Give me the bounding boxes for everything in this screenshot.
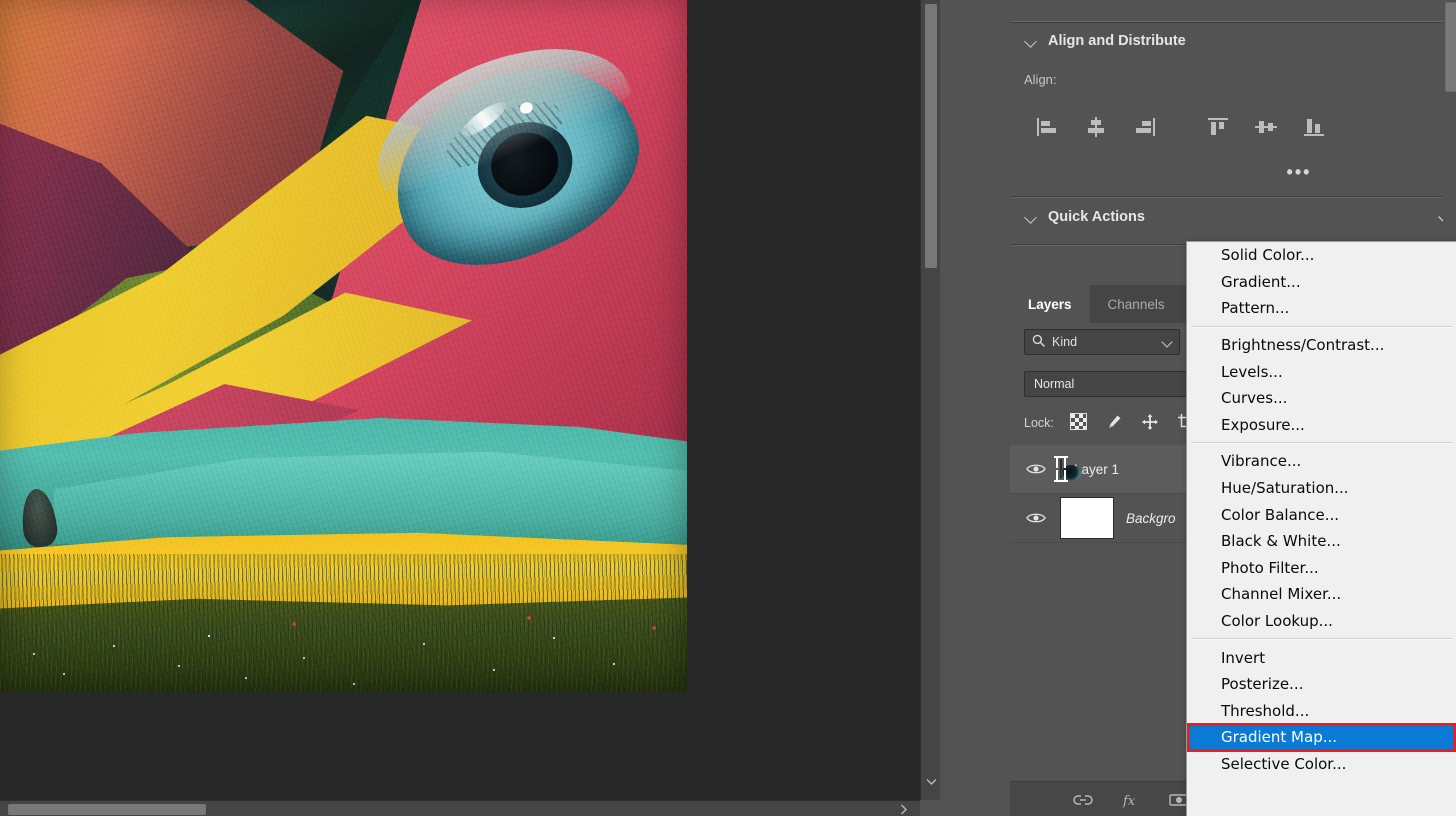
lock-transparent-pixels-icon[interactable] bbox=[1069, 413, 1087, 433]
quick-actions-title: Quick Actions bbox=[1048, 209, 1145, 225]
align-right-edges-icon[interactable] bbox=[1120, 110, 1168, 144]
link-layers-icon[interactable] bbox=[1072, 789, 1094, 811]
doc-horizontal-scroll-thumb[interactable] bbox=[8, 804, 206, 815]
align-bottom-edges-icon[interactable] bbox=[1290, 110, 1338, 144]
menu-item-levels[interactable]: Levels... bbox=[1187, 358, 1456, 385]
image-canvas[interactable] bbox=[0, 0, 687, 692]
align-label: Align: bbox=[1024, 72, 1057, 87]
tab-channels[interactable]: Channels bbox=[1090, 285, 1183, 323]
layer-kind-filter-select[interactable]: Kind bbox=[1024, 329, 1180, 355]
menu-item-vibrance[interactable]: Vibrance... bbox=[1187, 448, 1456, 475]
doc-horizontal-scrollbar[interactable] bbox=[0, 800, 920, 816]
menu-item-color-lookup[interactable]: Color Lookup... bbox=[1187, 608, 1456, 635]
scroll-down-chevron-icon[interactable] bbox=[921, 770, 941, 794]
align-horizontal-centers-icon[interactable] bbox=[1072, 110, 1120, 144]
quick-actions-header[interactable]: Quick Actions bbox=[1010, 200, 1444, 234]
chevron-down-icon[interactable] bbox=[1161, 336, 1173, 348]
menu-item-posterize[interactable]: Posterize... bbox=[1187, 671, 1456, 698]
menu-item-black-white[interactable]: Black & White... bbox=[1187, 528, 1456, 555]
menu-item-gradient[interactable]: Gradient... bbox=[1187, 269, 1456, 296]
layer-thumbnail[interactable] bbox=[1060, 459, 1062, 478]
photoshop-window: Align and Distribute Align: ••• Quick Ac… bbox=[0, 0, 1456, 816]
layer-kind-filter-value: Kind bbox=[1052, 335, 1078, 349]
chevron-down-icon[interactable] bbox=[1024, 34, 1038, 48]
search-icon bbox=[1032, 334, 1045, 350]
lock-icon-group bbox=[1069, 413, 1195, 434]
align-buttons-row bbox=[1024, 110, 1338, 144]
menu-item-channel-mixer[interactable]: Channel Mixer... bbox=[1187, 581, 1456, 608]
menu-item-solid-color[interactable]: Solid Color... bbox=[1187, 242, 1456, 269]
layer-visibility-eye-icon[interactable] bbox=[1024, 457, 1048, 481]
quick-actions-section: Quick Actions bbox=[1010, 200, 1444, 240]
align-more-options-button[interactable]: ••• bbox=[1282, 160, 1316, 184]
artwork-image bbox=[0, 0, 687, 692]
scroll-right-chevron-icon[interactable] bbox=[893, 801, 915, 816]
blend-mode-value: Normal bbox=[1034, 377, 1075, 391]
menu-item-curves[interactable]: Curves... bbox=[1187, 385, 1456, 412]
layer-style-fx-icon[interactable]: fx bbox=[1120, 789, 1142, 811]
lock-image-pixels-icon[interactable] bbox=[1105, 413, 1123, 434]
menu-item-photo-filter[interactable]: Photo Filter... bbox=[1187, 555, 1456, 582]
menu-item-gradient-map[interactable]: Gradient Map... bbox=[1187, 724, 1456, 751]
panel-scroll-thumb[interactable] bbox=[1445, 2, 1456, 92]
menu-item-selective-color[interactable]: Selective Color... bbox=[1187, 751, 1456, 778]
properties-panel-top-strip bbox=[1010, 0, 1444, 23]
align-top-edges-icon[interactable] bbox=[1194, 110, 1242, 144]
align-vertical-centers-icon[interactable] bbox=[1242, 110, 1290, 144]
menu-item-color-balance[interactable]: Color Balance... bbox=[1187, 501, 1456, 528]
menu-separator bbox=[1191, 442, 1453, 445]
menu-item-exposure[interactable]: Exposure... bbox=[1187, 412, 1456, 439]
document-canvas-area[interactable] bbox=[0, 0, 941, 816]
doc-vertical-scrollbar[interactable] bbox=[920, 0, 941, 800]
layer-name[interactable]: Backgro bbox=[1126, 511, 1176, 526]
menu-item-threshold[interactable]: Threshold... bbox=[1187, 698, 1456, 725]
doc-vertical-scroll-thumb[interactable] bbox=[925, 4, 937, 268]
lock-label: Lock: bbox=[1024, 416, 1054, 430]
menu-item-hue-saturation[interactable]: Hue/Saturation... bbox=[1187, 475, 1456, 502]
chevron-down-icon[interactable] bbox=[1024, 210, 1038, 224]
tab-layers[interactable]: Layers bbox=[1010, 285, 1090, 323]
align-and-distribute-title: Align and Distribute bbox=[1048, 33, 1186, 49]
menu-item-brightness-contrast[interactable]: Brightness/Contrast... bbox=[1187, 332, 1456, 359]
svg-text:fx: fx bbox=[1122, 794, 1136, 808]
menu-separator bbox=[1191, 325, 1453, 328]
lock-position-icon[interactable] bbox=[1141, 413, 1159, 434]
section-divider bbox=[1010, 196, 1444, 198]
new-fill-or-adjustment-layer-menu[interactable]: Solid Color... Gradient... Pattern... Brigh… bbox=[1186, 241, 1456, 816]
align-left-edges-icon[interactable] bbox=[1024, 110, 1072, 144]
layer-thumbnail[interactable] bbox=[1060, 497, 1114, 539]
menu-item-invert[interactable]: Invert bbox=[1187, 644, 1456, 671]
layer-visibility-eye-icon[interactable] bbox=[1024, 506, 1048, 530]
align-and-distribute-section: Align and Distribute bbox=[1010, 24, 1444, 194]
menu-separator bbox=[1191, 638, 1453, 641]
menu-item-pattern[interactable]: Pattern... bbox=[1187, 295, 1456, 322]
align-and-distribute-header[interactable]: Align and Distribute bbox=[1010, 24, 1444, 58]
